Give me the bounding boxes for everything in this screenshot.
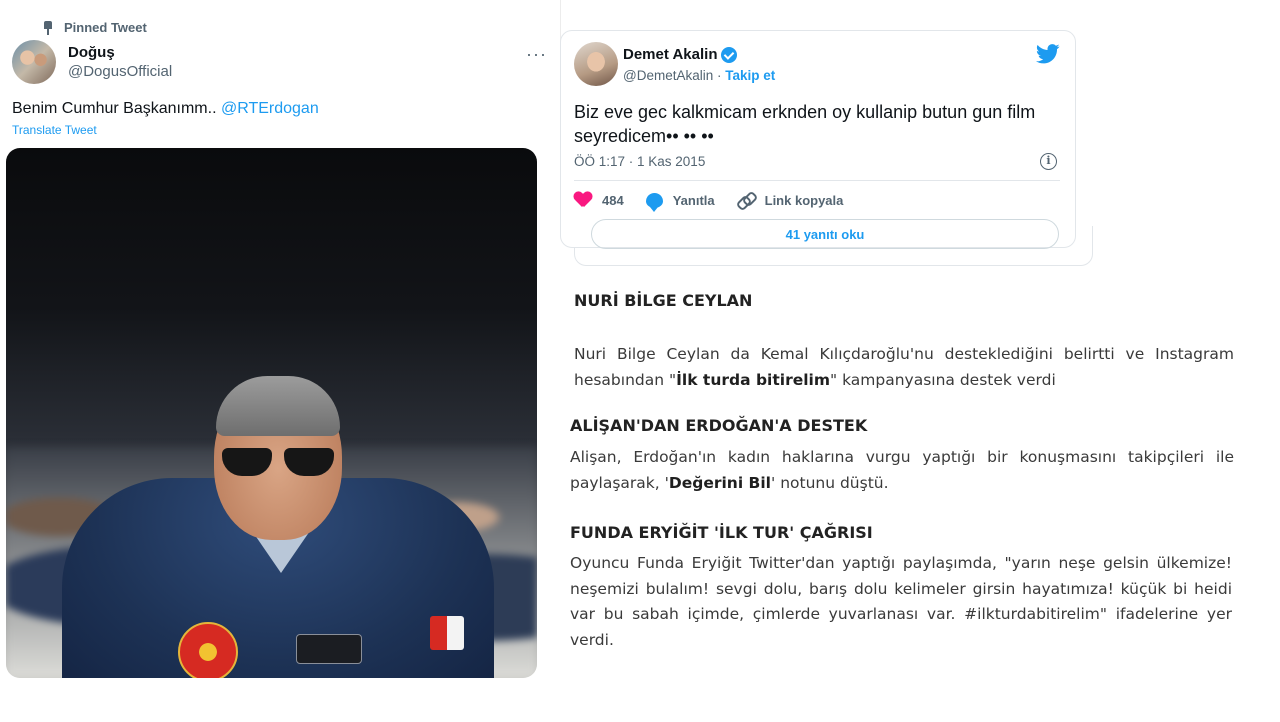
avatar[interactable] — [574, 42, 618, 86]
copy-link-button[interactable]: Link kopyala — [737, 193, 844, 208]
author-handle[interactable]: @DemetAkalin — [623, 68, 713, 83]
verified-icon — [721, 46, 738, 63]
embedded-tweet-text: Biz eve gec kalkmicam erknden oy kullani… — [574, 102, 1036, 146]
author-handle[interactable]: @DogusOfficial — [68, 63, 172, 80]
tweet-actions: 484 Yanıtla Link kopyala — [574, 190, 865, 212]
tweet-text-body: Benim Cumhur Başkanımm.. — [12, 100, 221, 117]
author-name[interactable]: Doğuş — [68, 44, 115, 61]
photo-seal-patch — [178, 622, 238, 678]
avatar[interactable] — [12, 40, 56, 84]
section-heading-nuri-bilge-ceylan: NURİ BİLGE CEYLAN — [574, 291, 753, 310]
like-button[interactable]: 484 — [574, 192, 624, 208]
heart-icon — [574, 192, 592, 208]
paragraph-bold-text: Değerini Bil — [668, 473, 771, 492]
pinned-text: Pinned Tweet — [64, 20, 147, 35]
section-paragraph-alisan: Alişan, Erdoğan'ın kadın haklarına vurgu… — [570, 445, 1234, 496]
more-icon[interactable]: ··· — [526, 44, 547, 65]
section-paragraph-funda-eryigit: Oyuncu Funda Eryiğit Twitter'dan yaptığı… — [570, 554, 1232, 649]
copy-link-label: Link kopyala — [764, 192, 844, 208]
read-replies-button[interactable]: 41 yanıtı oku — [591, 219, 1059, 249]
author-name[interactable]: Demet Akalin — [623, 46, 717, 63]
like-count: 484 — [602, 192, 624, 208]
paragraph-bold-text: İlk turda bitirelim — [676, 370, 831, 389]
tweet-photo[interactable] — [6, 148, 537, 678]
section-paragraph-nuri-bilge-ceylan: Nuri Bilge Ceylan da Kemal Kılıçdaroğlu'… — [574, 342, 1234, 393]
paragraph-text: ' notunu düştü. — [771, 473, 889, 492]
info-icon[interactable]: i — [1040, 153, 1057, 170]
pinned-tweet: Pinned Tweet Doğuş @DogusOfficial ··· Be… — [0, 0, 560, 722]
reply-button[interactable]: Yanıtla — [645, 192, 715, 212]
pinned-label: Pinned Tweet — [42, 20, 147, 35]
photo-sunglasses — [222, 448, 334, 478]
tweet-text: Benim Cumhur Başkanımm.. @RTErdogan — [12, 100, 319, 118]
author-name-row[interactable]: Demet Akalin — [623, 46, 738, 63]
follow-button[interactable]: Takip et — [725, 68, 775, 83]
twitter-bird-icon[interactable] — [1036, 44, 1060, 64]
section-heading-alisan: ALİŞAN'DAN ERDOĞAN'A DESTEK — [570, 416, 868, 435]
link-icon — [737, 193, 755, 207]
pin-icon — [42, 20, 54, 35]
action-divider — [574, 180, 1060, 181]
reply-bubble-icon — [645, 192, 663, 212]
section-heading-funda-eryigit: FUNDA ERYİĞİT 'İLK TUR' ÇAĞRISI — [570, 523, 873, 542]
reply-label: Yanıtla — [672, 192, 715, 208]
photo-flag-patch — [430, 616, 464, 650]
photo-name-patch — [296, 634, 362, 664]
handle-separator: · — [713, 68, 726, 83]
photo-hair — [216, 376, 340, 436]
author-handle-row: @DemetAkalin · Takip et — [623, 68, 775, 83]
mention-link[interactable]: @RTErdogan — [221, 100, 319, 117]
tweet-timestamp[interactable]: ÖÖ 1:17 · 1 Kas 2015 — [574, 154, 705, 169]
translate-tweet-link[interactable]: Translate Tweet — [12, 123, 97, 137]
paragraph-text: " kampanyasına destek verdi — [830, 370, 1056, 389]
